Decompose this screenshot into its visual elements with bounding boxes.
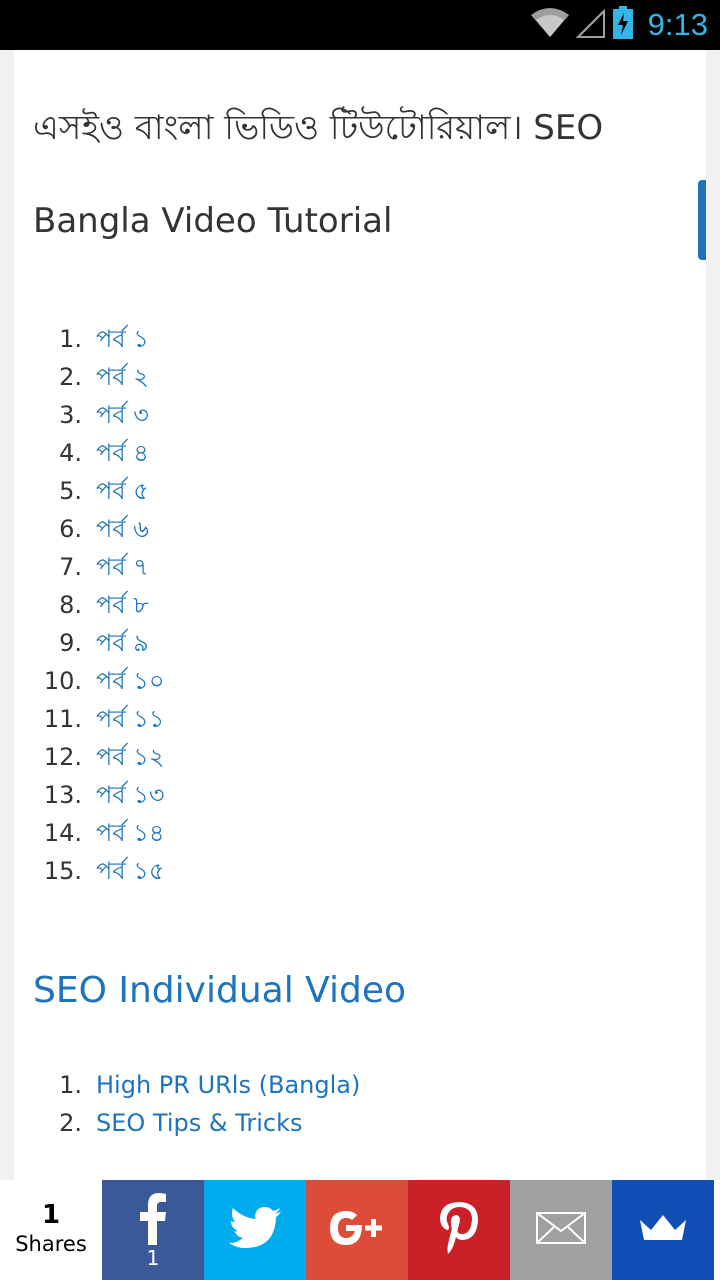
list-item: 14. পর্ব ১৪	[14, 814, 706, 852]
list-item: 12. পর্ব ১২	[14, 738, 706, 776]
email-icon	[536, 1212, 586, 1248]
share-count-label: Shares	[15, 1232, 87, 1256]
crown-share-button[interactable]	[612, 1180, 714, 1280]
list-number: 2.	[59, 363, 82, 391]
list-number: 8.	[59, 591, 82, 619]
list-number: 3.	[59, 401, 82, 429]
share-bar: 1 Shares 1	[0, 1180, 720, 1280]
list-number: 14.	[43, 819, 82, 847]
list-number: 12.	[43, 743, 82, 771]
list-number: 13.	[43, 781, 82, 809]
list-item: 5. পর্ব ৫	[14, 472, 706, 510]
videos-list: 1. High PR URls (Bangla) 2. SEO Tips & Tri…	[14, 1066, 706, 1142]
part-link[interactable]: পর্ব ৮	[96, 586, 149, 624]
part-link[interactable]: পর্ব ১০	[96, 662, 164, 700]
list-item: 1. High PR URls (Bangla)	[14, 1066, 706, 1104]
list-number: 7.	[59, 553, 82, 581]
part-link[interactable]: পর্ব ৬	[96, 510, 149, 548]
list-number: 15.	[43, 857, 82, 885]
part-link[interactable]: পর্ব ১২	[96, 738, 164, 776]
part-link[interactable]: পর্ব ১৫	[96, 852, 164, 890]
list-number: 9.	[59, 629, 82, 657]
part-link[interactable]: পর্ব ১১	[96, 700, 164, 738]
part-link[interactable]: পর্ব ৭	[96, 548, 149, 586]
list-number: 5.	[59, 477, 82, 505]
video-link[interactable]: SEO Tips & Tricks	[96, 1104, 302, 1142]
status-bar: 9:13	[0, 0, 720, 50]
article-content: এসইও বাংলা ভিডিও টিউটোরিয়াল। SEO Bangla…	[14, 50, 706, 1180]
status-icons: 9:13	[530, 0, 708, 50]
battery-charging-icon	[612, 6, 634, 44]
section-heading: SEO Individual Video	[33, 970, 407, 1011]
scrollbar-handle[interactable]	[698, 180, 706, 260]
page-title: এসইও বাংলা ভিডিও টিউটোরিয়াল। SEO Bangla…	[33, 108, 604, 241]
twitter-share-button[interactable]	[204, 1180, 306, 1280]
list-item: 1. পর্ব ১	[14, 320, 706, 358]
part-link[interactable]: পর্ব ৩	[96, 396, 149, 434]
list-number: 10.	[43, 667, 82, 695]
list-item: 6. পর্ব ৬	[14, 510, 706, 548]
facebook-share-count: 1	[146, 1246, 160, 1270]
list-number: 6.	[59, 515, 82, 543]
part-link[interactable]: পর্ব ১	[96, 320, 149, 358]
part-link[interactable]: পর্ব ৯	[96, 624, 149, 662]
part-link[interactable]: পর্ব ৪	[96, 434, 149, 472]
list-item: 8. পর্ব ৮	[14, 586, 706, 624]
list-item: 9. পর্ব ৯	[14, 624, 706, 662]
google-plus-icon	[329, 1211, 385, 1249]
crown-icon	[638, 1214, 688, 1246]
twitter-icon	[229, 1207, 281, 1253]
cell-signal-icon	[575, 7, 606, 43]
list-number: 1.	[59, 1071, 82, 1099]
share-count-number: 1	[41, 1200, 61, 1230]
list-item: 4. পর্ব ৪	[14, 434, 706, 472]
pinterest-icon	[439, 1202, 479, 1258]
video-link[interactable]: High PR URls (Bangla)	[96, 1066, 360, 1104]
part-link[interactable]: পর্ব ২	[96, 358, 149, 396]
list-item: 3. পর্ব ৩	[14, 396, 706, 434]
email-share-button[interactable]	[510, 1180, 612, 1280]
list-item: 15. পর্ব ১৫	[14, 852, 706, 890]
list-item: 2. পর্ব ২	[14, 358, 706, 396]
parts-list: 1. পর্ব ১ 2. পর্ব ২ 3. পর্ব ৩ 4. পর্ব ৪ 5. পর…	[14, 320, 706, 890]
google-plus-share-button[interactable]	[306, 1180, 408, 1280]
share-count: 1 Shares	[0, 1180, 102, 1280]
list-item: 10. পর্ব ১০	[14, 662, 706, 700]
list-number: 1.	[59, 325, 82, 353]
list-number: 2.	[59, 1109, 82, 1137]
part-link[interactable]: পর্ব ১৩	[96, 776, 164, 814]
list-number: 11.	[43, 705, 82, 733]
list-item: 7. পর্ব ৭	[14, 548, 706, 586]
facebook-share-button[interactable]: 1	[102, 1180, 204, 1280]
list-item: 13. পর্ব ১৩	[14, 776, 706, 814]
list-item: 11. পর্ব ১১	[14, 700, 706, 738]
clock: 9:13	[647, 7, 708, 42]
part-link[interactable]: পর্ব ১৪	[96, 814, 164, 852]
list-item: 2. SEO Tips & Tricks	[14, 1104, 706, 1142]
list-number: 4.	[59, 439, 82, 467]
pinterest-share-button[interactable]	[408, 1180, 510, 1280]
wifi-icon	[530, 7, 570, 43]
part-link[interactable]: পর্ব ৫	[96, 472, 149, 510]
